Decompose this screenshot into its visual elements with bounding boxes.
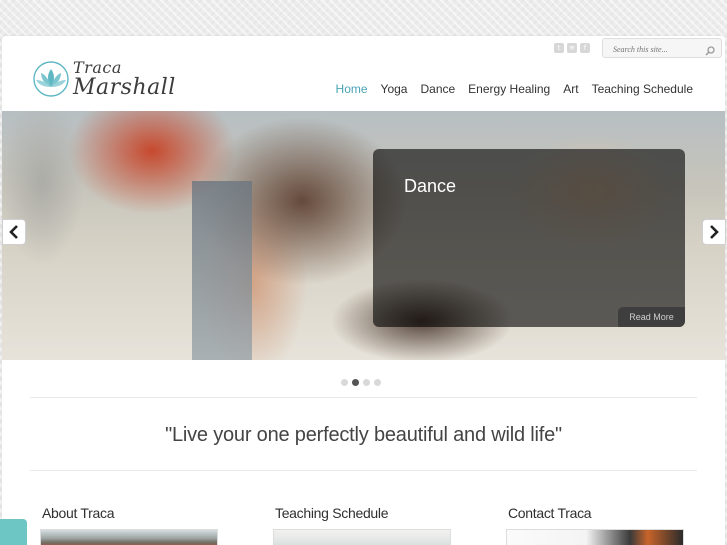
slider-prev-button[interactable] (2, 219, 26, 245)
nav-item-dance[interactable]: Dance (420, 82, 455, 96)
social-icons: t ≋ f (554, 43, 590, 53)
about-heading: About Traca (42, 505, 115, 521)
logo-text-last: Marshall (73, 75, 176, 100)
slider-dot-2[interactable] (352, 379, 359, 386)
nav-item-teaching-schedule[interactable]: Teaching Schedule (592, 82, 693, 96)
divider (30, 470, 697, 471)
slide-image-detail (192, 181, 252, 360)
nav-item-energy-healing[interactable]: Energy Healing (468, 82, 550, 96)
about-thumbnail[interactable] (40, 529, 218, 545)
slide-caption: Dance Read More (373, 149, 685, 327)
slider-next-button[interactable] (702, 219, 726, 245)
tagline-quote: "Live your one perfectly beautiful and w… (165, 424, 562, 446)
slider-pagination (341, 379, 381, 386)
contact-heading: Contact Traca (508, 505, 592, 521)
search-icon[interactable] (705, 43, 715, 61)
site-logo[interactable]: Traca Marshall (32, 58, 182, 102)
feedback-tab[interactable] (0, 519, 27, 545)
nav-item-art[interactable]: Art (563, 82, 578, 96)
nav-item-yoga[interactable]: Yoga (381, 82, 408, 96)
schedule-thumbnail[interactable] (273, 529, 451, 545)
nav-item-home[interactable]: Home (336, 82, 368, 96)
lotus-icon (33, 61, 69, 97)
page-container: t ≋ f Traca Marshall Home Yoga Dance En (2, 36, 726, 545)
read-more-button[interactable]: Read More (618, 307, 685, 327)
contact-thumbnail[interactable] (506, 529, 684, 545)
teaching-schedule-heading: Teaching Schedule (275, 505, 389, 521)
slide-title: Dance (404, 176, 457, 196)
facebook-icon[interactable]: f (580, 43, 590, 53)
divider (30, 397, 697, 398)
search-input[interactable] (603, 40, 699, 59)
rss-icon[interactable]: ≋ (567, 43, 577, 53)
chevron-left-icon (9, 225, 18, 239)
slider-dot-3[interactable] (363, 379, 370, 386)
slider-dot-1[interactable] (341, 379, 348, 386)
hero-slider[interactable]: Dance Read More (2, 111, 725, 360)
slider-dot-4[interactable] (374, 379, 381, 386)
search-box (602, 38, 722, 61)
twitter-icon[interactable]: t (554, 43, 564, 53)
main-navigation: Home Yoga Dance Energy Healing Art Teach… (336, 82, 693, 96)
chevron-right-icon (710, 225, 719, 239)
